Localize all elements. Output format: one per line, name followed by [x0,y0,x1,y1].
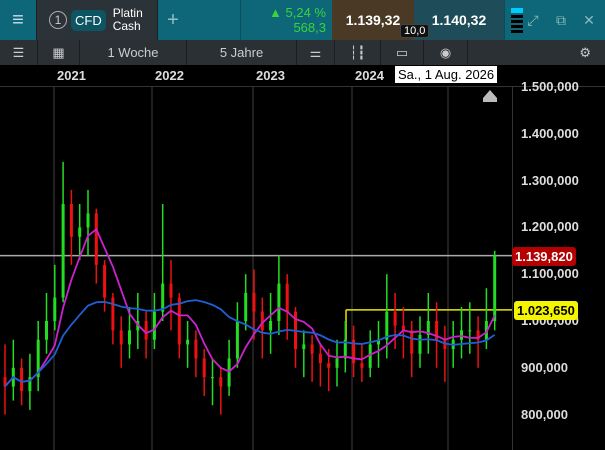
price-axis-label: 800,000 [521,406,568,422]
candle-body [152,311,156,340]
candle-body [78,227,82,237]
candle-body [310,344,314,354]
price-axis-divider [512,87,513,450]
candle-body [285,283,289,312]
moving-average-short [4,227,496,388]
price-axis-label: 1.300,000 [521,172,579,188]
candle-body [86,213,90,228]
price-axis-label: 1.200,000 [521,219,579,235]
candle-body [460,330,463,340]
price-chart[interactable] [0,0,512,450]
price-axis-label: 1.500,000 [521,79,579,94]
popout-icon[interactable]: ⧉ [548,0,574,40]
candle-body [211,377,214,379]
close-icon[interactable]: ✕ [576,0,602,40]
candle-body [385,311,389,340]
candle-body [269,321,273,331]
candle-body [144,321,148,340]
candle-body [61,204,65,298]
candle-body [169,283,173,298]
scroll-marker-icon [483,90,497,102]
candle-body [335,358,339,368]
price-axis-label: 1.400,000 [521,125,579,141]
candle-body [318,353,322,364]
expand-icon[interactable]: ⤢ [520,0,546,40]
price-axis-label: 900,000 [521,359,568,375]
candle-body [277,283,281,321]
candle-body [202,358,206,378]
candle-body [20,367,24,392]
price-axis-label: 1.100,000 [521,266,579,282]
candle-body [111,297,115,331]
candle-body [360,363,364,368]
candle-body [302,344,306,350]
candle-body [45,321,48,340]
candle-body [244,292,248,321]
candle-body [53,297,57,321]
candle-body [94,213,98,265]
candle-body [493,255,497,321]
candle-body [194,339,198,359]
candle-body [468,330,472,332]
candle-body [103,264,107,298]
candle-body [219,377,223,387]
level-line-tag[interactable]: 1.023,650 [514,300,578,320]
candle-body [69,204,73,237]
candle-body [327,363,331,368]
candle-body [418,335,422,354]
candle-body [128,330,131,345]
candle-body [186,339,190,345]
candle-body [119,330,123,345]
candle-body [410,330,414,354]
last-price-tag: 1.139,820 [512,246,576,266]
candle-body [252,292,256,312]
candle-body [161,283,165,312]
candle-body [235,321,239,359]
candle-body [393,311,397,326]
